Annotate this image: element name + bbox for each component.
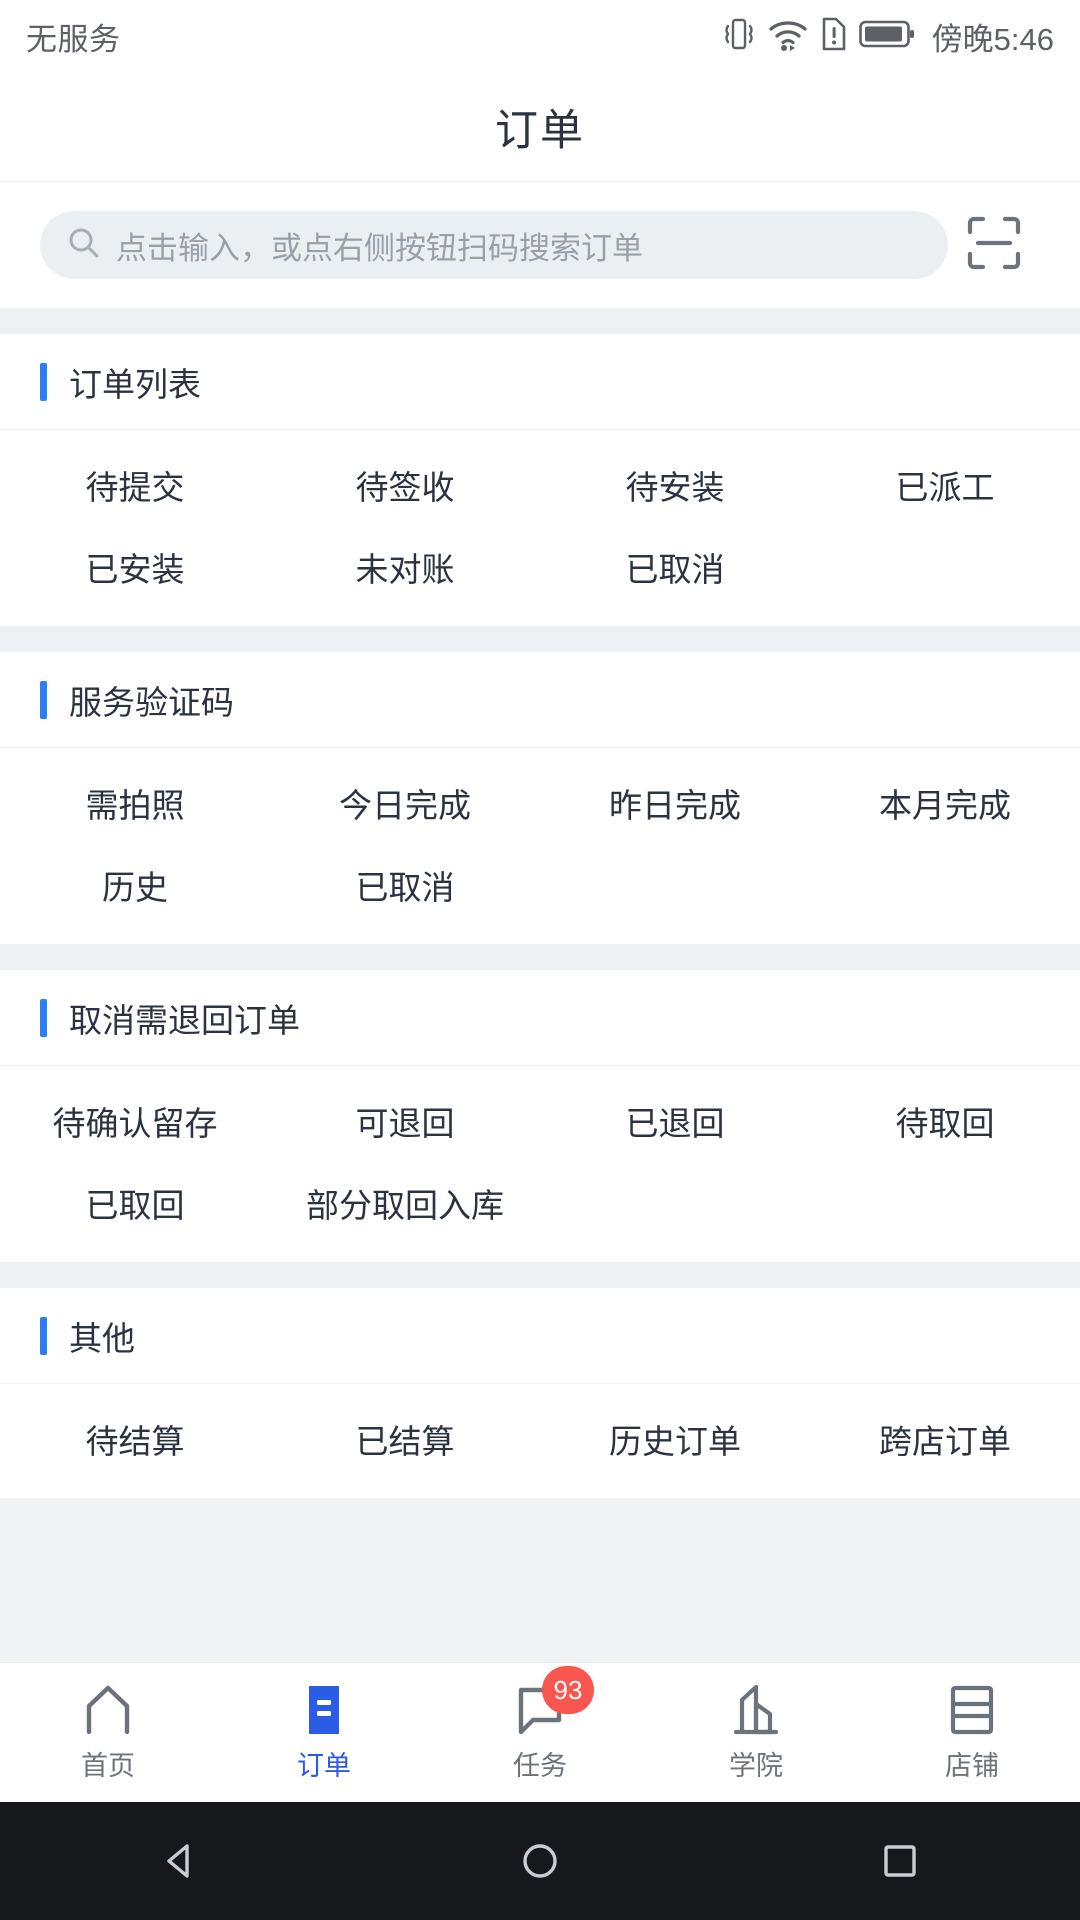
- grid-item[interactable]: 昨日完成: [540, 762, 810, 844]
- section-header: 取消需退回订单: [0, 970, 1080, 1066]
- section-header: 其他: [0, 1288, 1080, 1384]
- grid-item[interactable]: 今日完成: [270, 762, 540, 844]
- tab-academy[interactable]: 学院: [648, 1663, 864, 1802]
- section-accent-bar: [40, 998, 47, 1037]
- status-bar: 无服务 傍晚5:46: [0, 0, 1080, 72]
- grid-item[interactable]: 历史订单: [540, 1398, 810, 1480]
- section-title: 其他: [69, 1319, 135, 1357]
- grid-item[interactable]: 历史: [0, 844, 270, 926]
- grid-item[interactable]: 跨店订单: [810, 1398, 1080, 1480]
- page-header: 订单: [0, 72, 1080, 182]
- tab-label: 学院: [729, 1751, 783, 1781]
- grid-item[interactable]: 可退回: [270, 1080, 540, 1162]
- section-divider: [0, 1262, 1080, 1288]
- section-divider: [0, 944, 1080, 970]
- back-button[interactable]: [120, 1802, 240, 1920]
- scan-code-button[interactable]: [948, 215, 1040, 276]
- vibrate-icon: [722, 15, 756, 58]
- search-icon: [66, 225, 102, 266]
- section-grid: 待确认留存 可退回 已退回 待取回 已取回 部分取回入库: [0, 1066, 1080, 1262]
- tab-label: 订单: [297, 1751, 351, 1781]
- grid-item[interactable]: 已取消: [270, 844, 540, 926]
- section-divider: [0, 626, 1080, 652]
- grid-item[interactable]: 待取回: [810, 1080, 1080, 1162]
- grid-item[interactable]: 已安装: [0, 526, 270, 608]
- section-accent-bar: [40, 362, 47, 401]
- grid-item[interactable]: 已结算: [270, 1398, 540, 1480]
- order-list-icon: [297, 1682, 351, 1736]
- shop-icon: [945, 1682, 999, 1736]
- grid-item[interactable]: 待确认留存: [0, 1080, 270, 1162]
- battery-icon: [858, 18, 915, 55]
- grid-item[interactable]: 待安装: [540, 444, 810, 526]
- search-input[interactable]: 点击输入，或点右侧按钮扫码搜索订单: [40, 211, 948, 279]
- tab-orders[interactable]: 订单: [216, 1663, 432, 1802]
- android-nav-bar: [0, 1802, 1080, 1920]
- tab-label: 任务: [513, 1751, 567, 1781]
- section-order-list: 订单列表 待提交 待签收 待安装 已派工 已安装 未对账 已取消: [0, 334, 1080, 626]
- wifi-icon: [767, 15, 809, 58]
- carrier-label: 无服务: [26, 21, 121, 57]
- page-title: 订单: [495, 106, 585, 155]
- section-grid: 需拍照 今日完成 昨日完成 本月完成 历史 已取消: [0, 748, 1080, 944]
- grid-item[interactable]: 待提交: [0, 444, 270, 526]
- tab-home[interactable]: 首页: [0, 1663, 216, 1802]
- sim-alert-icon: [820, 15, 848, 58]
- grid-item[interactable]: 已取消: [540, 526, 810, 608]
- section-title: 服务验证码: [69, 683, 234, 721]
- grid-item[interactable]: 待签收: [270, 444, 540, 526]
- section-grid: 待结算 已结算 历史订单 跨店订单: [0, 1384, 1080, 1498]
- app-screen: 无服务 傍晚5:46 订单 点击输入，或点右侧按钮扫码搜索订单 订单列表 待提交…: [0, 0, 1080, 1920]
- grid-item[interactable]: 待结算: [0, 1398, 270, 1480]
- grid-item[interactable]: 已派工: [810, 444, 1080, 526]
- grid-item[interactable]: 未对账: [270, 526, 540, 608]
- section-header: 服务验证码: [0, 652, 1080, 748]
- status-icons: 傍晚5:46: [722, 14, 1054, 59]
- scan-code-icon: [966, 215, 1022, 276]
- search-row: 点击输入，或点右侧按钮扫码搜索订单: [0, 182, 1080, 308]
- tab-tasks[interactable]: 93 任务: [432, 1663, 648, 1802]
- badge-count: 93: [542, 1666, 594, 1714]
- grid-item[interactable]: 需拍照: [0, 762, 270, 844]
- tab-label: 店铺: [945, 1751, 999, 1781]
- bottom-tab-bar: 首页 订单 93 任务 学院 店铺: [0, 1662, 1080, 1802]
- section-divider: [0, 308, 1080, 334]
- clock-label: 傍晚5:46: [931, 21, 1054, 57]
- section-title: 取消需退回订单: [69, 1001, 300, 1039]
- grid-item[interactable]: 已取回: [0, 1162, 270, 1244]
- recents-button[interactable]: [840, 1802, 960, 1920]
- task-chat-icon: 93: [513, 1666, 594, 1736]
- section-header: 订单列表: [0, 334, 1080, 430]
- grid-item[interactable]: 已退回: [540, 1080, 810, 1162]
- grid-item[interactable]: 部分取回入库: [270, 1162, 540, 1244]
- home-icon: [81, 1682, 135, 1736]
- search-placeholder: 点击输入，或点右侧按钮扫码搜索订单: [116, 230, 643, 266]
- section-service-code: 服务验证码 需拍照 今日完成 昨日完成 本月完成 历史 已取消: [0, 652, 1080, 944]
- tab-shop[interactable]: 店铺: [864, 1663, 1080, 1802]
- academy-building-icon: [729, 1682, 783, 1736]
- section-accent-bar: [40, 680, 47, 719]
- section-grid: 待提交 待签收 待安装 已派工 已安装 未对账 已取消: [0, 430, 1080, 626]
- section-return-orders: 取消需退回订单 待确认留存 可退回 已退回 待取回 已取回 部分取回入库: [0, 970, 1080, 1262]
- section-accent-bar: [40, 1316, 47, 1355]
- tab-label: 首页: [81, 1751, 135, 1781]
- home-button[interactable]: [480, 1802, 600, 1920]
- section-other: 其他 待结算 已结算 历史订单 跨店订单: [0, 1288, 1080, 1498]
- grid-item[interactable]: 本月完成: [810, 762, 1080, 844]
- section-title: 订单列表: [69, 365, 201, 403]
